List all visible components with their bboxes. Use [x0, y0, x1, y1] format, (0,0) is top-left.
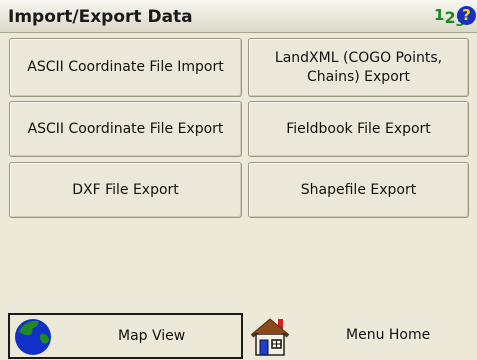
dxf-export-label: DXF File Export — [72, 181, 179, 198]
ascii-coordinate-export-button[interactable]: ASCII Coordinate File Export — [9, 101, 242, 157]
shapefile-export-label: Shapefile Export — [300, 181, 417, 198]
title-bar: Import/Export Data 123 ? — [0, 0, 477, 33]
fieldbook-export-button[interactable]: Fieldbook File Export — [248, 101, 469, 157]
house-icon — [250, 318, 290, 356]
ascii-coordinate-export-label: ASCII Coordinate File Export — [27, 120, 224, 137]
landxml-export-label-line2: Chains) Export — [306, 68, 411, 85]
help-question-icon[interactable]: ? — [457, 6, 476, 25]
fieldbook-export-label: Fieldbook File Export — [286, 120, 431, 137]
globe-icon — [15, 319, 51, 355]
menu-home-label: Menu Home — [346, 327, 431, 343]
ascii-coordinate-import-button[interactable]: ASCII Coordinate File Import — [9, 38, 242, 97]
menu-home-button[interactable]: Menu Home — [248, 313, 477, 359]
landxml-export-label-line1: LandXML (COGO Points, — [274, 49, 443, 66]
map-view-label: Map View — [118, 328, 186, 344]
landxml-export-button[interactable]: LandXML (COGO Points, Chains) Export — [248, 38, 469, 97]
shapefile-export-button[interactable]: Shapefile Export — [248, 162, 469, 218]
map-view-button[interactable]: Map View — [8, 313, 243, 359]
dxf-export-button[interactable]: DXF File Export — [9, 162, 242, 218]
page-title: Import/Export Data — [8, 7, 193, 27]
ascii-coordinate-import-label: ASCII Coordinate File Import — [27, 59, 224, 75]
